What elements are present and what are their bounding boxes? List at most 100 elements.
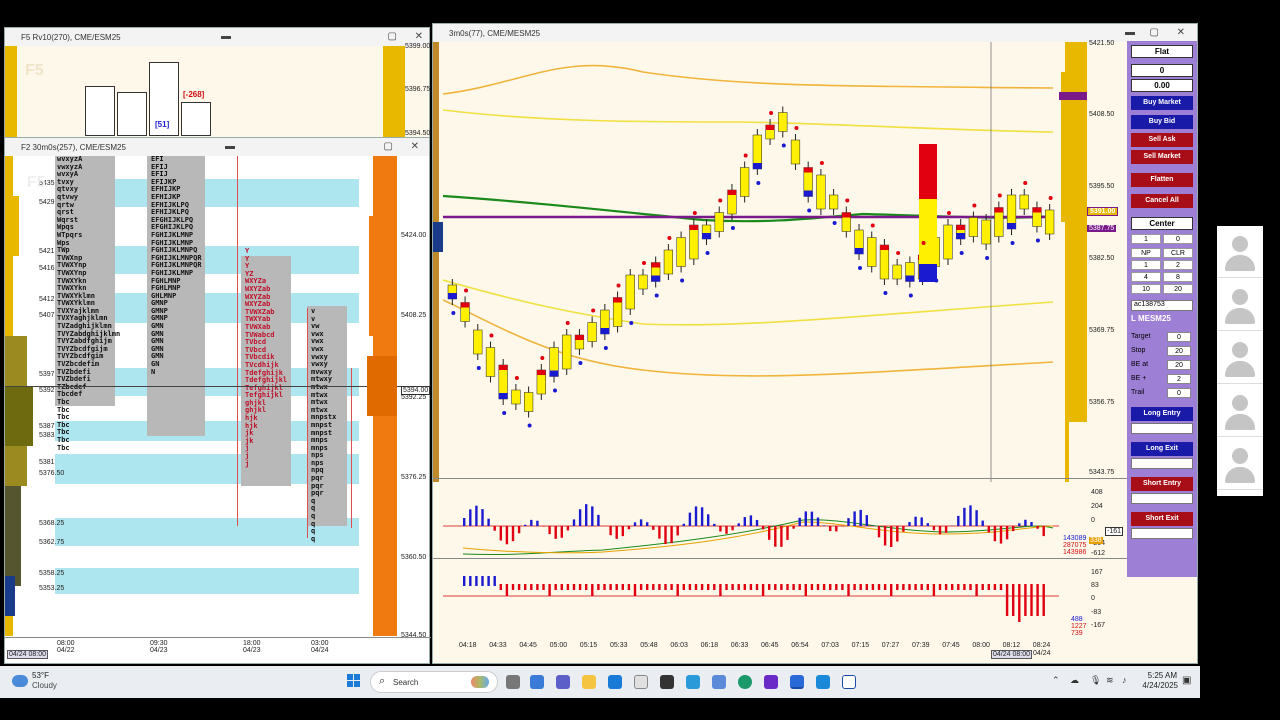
footprint-window-titlebar[interactable]: F5 Rv10(270), CME/ESM25 ▬ ▢ ✕ xyxy=(5,28,429,46)
price-axis-label: 5392.25 xyxy=(401,394,427,401)
long-exit-button[interactable]: Long Exit xyxy=(1131,442,1193,456)
file-explorer-icon[interactable] xyxy=(582,675,596,689)
short-entry-select[interactable] xyxy=(1131,493,1193,504)
buy-bid-button[interactable]: Buy Bid xyxy=(1131,115,1193,129)
photos-icon[interactable] xyxy=(712,675,726,689)
restore-icon[interactable]: ▢ xyxy=(384,141,393,152)
tpo-window-titlebar[interactable]: F2 30m0s(257), CME/ESM25 ▬ ▢ ✕ xyxy=(5,138,429,156)
long-exit-select[interactable] xyxy=(1131,458,1193,469)
time-label: 04:45 xyxy=(519,642,537,649)
cloud-icon[interactable]: ☁ xyxy=(1070,675,1079,686)
chart-watermark: F5 xyxy=(27,174,46,191)
qty-preset[interactable]: 8 xyxy=(1163,272,1193,282)
indicator-value: 287075 xyxy=(1063,542,1087,549)
second-price-tag: 5387.75 xyxy=(1087,225,1117,232)
microphone-icon[interactable]: 🎙 xyxy=(1090,675,1101,686)
price-axis-label: 5394.50 xyxy=(405,130,431,137)
participant-avatar[interactable] xyxy=(1217,440,1263,490)
time-label: 06:33 xyxy=(730,642,749,649)
tpo-row: q xyxy=(311,534,316,543)
wifi-icon[interactable]: ≋ xyxy=(1106,675,1114,686)
buy-market-button[interactable]: Buy Market xyxy=(1131,96,1193,110)
level-label: 5353.25 xyxy=(39,585,65,592)
footprint-window[interactable]: F5 Rv10(270), CME/ESM25 ▬ ▢ ✕ F5 [51] [-… xyxy=(4,27,431,140)
trail-input[interactable]: 0 xyxy=(1167,388,1191,398)
time-label: 06:18 xyxy=(700,642,719,649)
price-chart[interactable] xyxy=(443,42,1059,482)
short-entry-button[interactable]: Short Entry xyxy=(1131,477,1193,491)
notifications-icon[interactable]: ▣ xyxy=(1182,675,1191,686)
restore-icon[interactable]: ▢ xyxy=(1150,27,1159,38)
close-icon[interactable]: ✕ xyxy=(411,141,419,152)
qty-input-2[interactable]: 0 xyxy=(1163,234,1193,244)
trading-app-icon[interactable] xyxy=(816,675,830,689)
copilot-icon[interactable] xyxy=(530,675,544,689)
minimize-icon[interactable]: ▬ xyxy=(221,31,231,42)
flatten-button[interactable]: Flatten xyxy=(1131,173,1193,187)
clock-date[interactable]: 4/24/2025 xyxy=(1138,681,1178,690)
chatgpt-icon[interactable] xyxy=(660,675,674,689)
price-axis-label: 5356.75 xyxy=(1089,399,1115,406)
tpo-row: Y xyxy=(245,254,250,263)
copilot-app-icon[interactable] xyxy=(686,675,700,689)
qty-preset[interactable]: 20 xyxy=(1163,284,1193,294)
sell-market-button[interactable]: Sell Market xyxy=(1131,150,1193,164)
sell-ask-button[interactable]: Sell Ask xyxy=(1131,133,1193,147)
session-line xyxy=(351,368,352,528)
weather-icon[interactable] xyxy=(12,675,28,687)
short-exit-button[interactable]: Short Exit xyxy=(1131,512,1193,526)
edge-icon[interactable] xyxy=(738,675,752,689)
tpo-window[interactable]: F2 30m0s(257), CME/ESM25 ▬ ▢ ✕ wvxyzA vwx… xyxy=(4,137,431,664)
zoom-icon[interactable] xyxy=(790,675,804,689)
short-exit-select[interactable] xyxy=(1131,528,1193,539)
qty-preset[interactable]: 4 xyxy=(1131,272,1161,282)
stop-input[interactable]: 20 xyxy=(1167,346,1191,356)
be-at-input[interactable]: 20 xyxy=(1167,360,1191,370)
clr-button[interactable]: CLR xyxy=(1163,248,1193,258)
time-label: 04:33 xyxy=(489,642,507,649)
cursor-time-label: 04/24 08:00 xyxy=(7,650,48,659)
qty-preset[interactable]: 2 xyxy=(1163,260,1193,270)
target-input[interactable]: 0 xyxy=(1167,332,1191,342)
np-button[interactable]: NP xyxy=(1131,248,1161,258)
account-select[interactable]: ac138753 xyxy=(1131,300,1193,311)
level-label: 5387 xyxy=(39,423,55,430)
participant-avatar[interactable] xyxy=(1217,281,1263,331)
app-icon[interactable] xyxy=(842,675,856,689)
taskbar-search-box[interactable]: ⌕ Search xyxy=(370,671,498,693)
price-axis-label: 5408.25 xyxy=(401,312,427,319)
qty-preset[interactable]: 10 xyxy=(1131,284,1161,294)
clock-time[interactable]: 5:25 AM xyxy=(1145,671,1177,680)
center-button[interactable]: Center xyxy=(1131,217,1193,230)
candle-chart-window[interactable]: 3m0s(77), CME/MESM25 ▬ ▢ ✕ 5421.50 5408.… xyxy=(432,23,1198,664)
qty-preset[interactable]: 1 xyxy=(1131,260,1161,270)
volume-icon[interactable]: ♪ xyxy=(1122,675,1127,685)
participant-avatar[interactable] xyxy=(1217,334,1263,384)
trail-label: Trail xyxy=(1131,389,1145,396)
price-axis-label: 5396.75 xyxy=(405,86,431,93)
qty-input[interactable]: 1 xyxy=(1131,234,1161,244)
long-entry-select[interactable] xyxy=(1131,423,1193,434)
visual-studio-icon[interactable] xyxy=(764,675,778,689)
minimize-icon[interactable]: ▬ xyxy=(1125,27,1135,38)
chevron-up-icon[interactable]: ⌃ xyxy=(1052,675,1060,686)
session-line xyxy=(237,156,238,526)
store-icon[interactable] xyxy=(634,675,648,689)
minimize-icon[interactable]: ▬ xyxy=(225,141,235,152)
be-plus-input[interactable]: 2 xyxy=(1167,374,1191,384)
windows-start-icon[interactable] xyxy=(347,674,361,688)
participant-avatar[interactable] xyxy=(1217,387,1263,437)
close-icon[interactable]: ✕ xyxy=(415,31,423,42)
candle-window-titlebar[interactable]: 3m0s(77), CME/MESM25 ▬ ▢ ✕ xyxy=(433,24,1197,42)
weather-condition: Cloudy xyxy=(32,681,57,690)
cancel-all-button[interactable]: Cancel All xyxy=(1131,194,1193,208)
teams-icon[interactable] xyxy=(556,675,570,689)
long-entry-button[interactable]: Long Entry xyxy=(1131,407,1193,421)
participant-avatar[interactable] xyxy=(1217,228,1263,278)
close-icon[interactable]: ✕ xyxy=(1177,27,1185,38)
task-view-icon[interactable] xyxy=(506,675,520,689)
order-entry-panel[interactable]: Flat 0 0.00 Buy Market Buy Bid Sell Ask … xyxy=(1127,41,1197,577)
outlook-icon[interactable] xyxy=(608,675,622,689)
restore-icon[interactable]: ▢ xyxy=(388,31,397,42)
level-label: 5416 xyxy=(39,265,55,272)
